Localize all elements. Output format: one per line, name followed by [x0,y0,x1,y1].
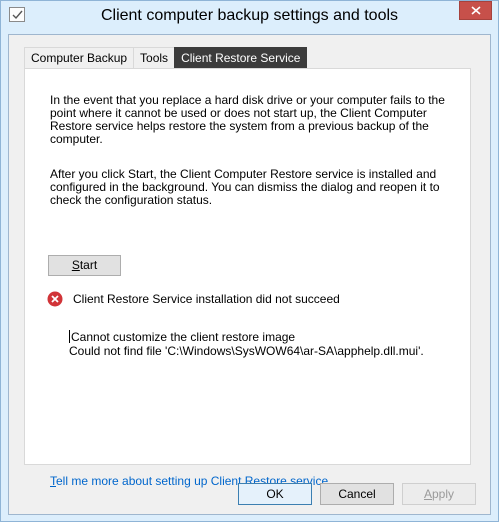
tab-panel: In the event that you replace a hard dis… [24,68,471,488]
text-cursor [69,330,70,343]
ok-button[interactable]: OK [238,483,312,505]
tab-client-restore-service[interactable]: Client Restore Service [174,47,308,68]
close-icon [470,4,481,18]
client-area: Computer Backup Tools Client Restore Ser… [8,34,491,515]
window-title: Client computer backup settings and tool… [100,7,399,24]
error-detail-line[interactable]: Could not find file 'C:\Windows\SysWOW64… [69,344,469,358]
start-button[interactable]: Start [48,255,121,276]
instructions-paragraph: After you click Start, the Client Comput… [50,167,440,207]
error-x-icon [47,291,63,307]
error-status-text: Client Restore Service installation did … [73,292,340,306]
error-detail-line[interactable]: Cannot customize the client restore imag… [69,330,469,344]
tab-computer-backup[interactable]: Computer Backup [24,47,135,68]
apply-label: pply [432,487,455,501]
close-button[interactable] [459,1,492,20]
dialog-window: Client computer backup settings and tool… [0,0,499,522]
start-label: tart [79,258,98,272]
tab-tools[interactable]: Tools [133,47,176,68]
apply-button[interactable]: Apply [402,483,476,505]
apply-mnemonic: A [423,487,432,501]
title-bar[interactable]: Client computer backup settings and tool… [1,1,498,34]
tab-strip: Computer Backup Tools Client Restore Ser… [24,47,308,69]
cancel-button[interactable]: Cancel [320,483,394,505]
description-paragraph: In the event that you replace a hard dis… [50,93,445,146]
start-mnemonic: S [71,258,80,272]
